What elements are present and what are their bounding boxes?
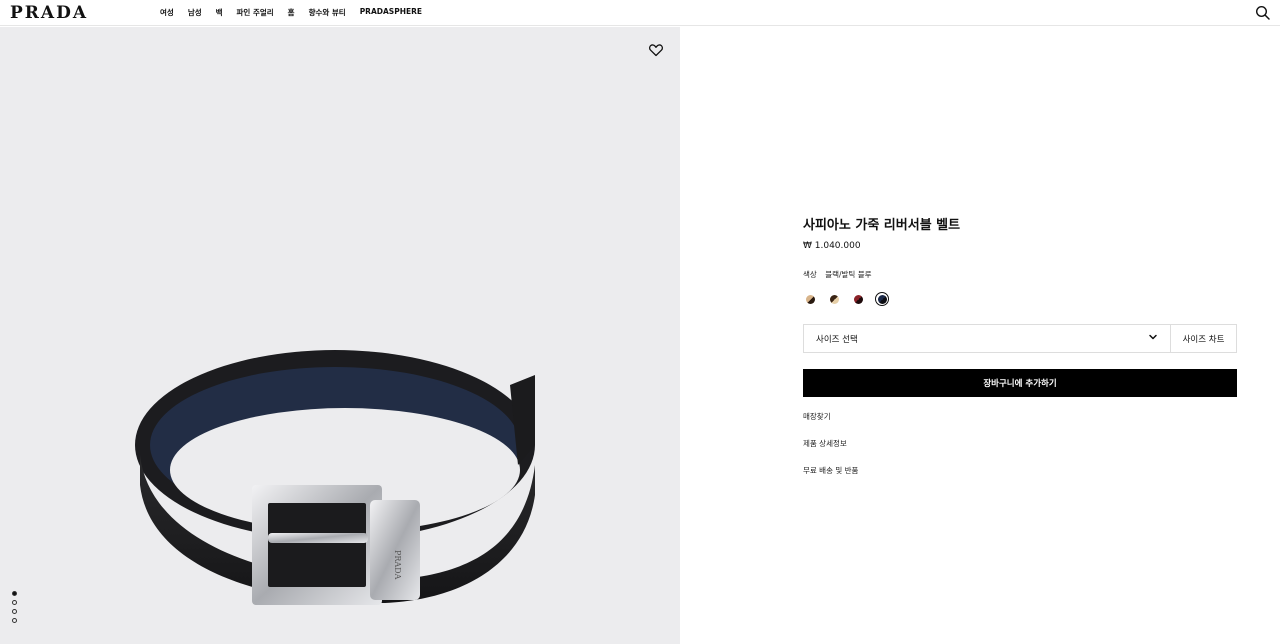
gallery-dot-2[interactable] [12,600,17,605]
gallery-dot-4[interactable] [12,618,17,623]
nav-item-men[interactable]: 남성 [188,7,202,18]
belt-product-image: PRADA [135,350,535,605]
main-nav: 여성 남성 백 파인 주얼리 홈 향수와 뷰티 PRADASPHERE [160,7,436,18]
add-to-cart-button[interactable]: 장바구니에 추가하기 [803,369,1237,397]
product-links: 매장찾기 제품 상세정보 무료 배송 및 반품 [803,411,1237,492]
swatch-brown-tan[interactable] [803,292,817,306]
heart-icon[interactable] [648,42,664,58]
svg-text:PRADA: PRADA [393,550,402,580]
color-label: 색상 [803,270,817,279]
find-store-link[interactable]: 매장찾기 [803,411,1237,438]
nav-item-women[interactable]: 여성 [160,7,174,18]
nav-item-fine-jewelry[interactable]: 파인 주얼리 [237,7,274,18]
nav-item-home[interactable]: 홈 [288,7,295,18]
product-price: ₩ 1.040.000 [803,241,861,251]
nav-item-fragrance-beauty[interactable]: 향수와 뷰티 [309,7,346,18]
product-title: 사피아노 가죽 리버서블 벨트 [803,218,961,233]
gallery-pagination [12,591,17,623]
color-value: 블랙/발틱 블루 [825,270,872,279]
shipping-returns-link[interactable]: 무료 배송 및 반품 [803,465,1237,492]
size-chart-button[interactable]: 사이즈 차트 [1170,324,1237,353]
swatch-brown-cream[interactable] [827,292,841,306]
swatch-black-blue[interactable] [875,292,889,306]
chevron-down-icon [1148,332,1158,345]
product-info: 사피아노 가죽 리버서블 벨트 ₩ 1.040.000 색상 블랙/발틱 블루 … [803,214,1237,492]
product-details-link[interactable]: 제품 상세정보 [803,438,1237,465]
gallery-dot-1[interactable] [12,591,17,596]
product-image-gallery[interactable]: PRADA [0,27,680,644]
gallery-dot-3[interactable] [12,609,17,614]
size-select-label: 사이즈 선택 [816,334,858,345]
color-info: 색상 블랙/발틱 블루 [803,269,1237,280]
search-icon[interactable] [1255,5,1271,21]
size-row: 사이즈 선택 사이즈 차트 [803,324,1237,353]
prada-logo[interactable]: PRADA [10,3,88,23]
nav-item-bags[interactable]: 백 [216,7,223,18]
nav-item-pradasphere[interactable]: PRADASPHERE [360,7,422,18]
top-header: PRADA 여성 남성 백 파인 주얼리 홈 향수와 뷰티 PRADASPHER… [0,0,1280,26]
color-swatches [803,292,1237,306]
swatch-dark-red[interactable] [851,292,865,306]
size-select[interactable]: 사이즈 선택 [803,324,1170,353]
